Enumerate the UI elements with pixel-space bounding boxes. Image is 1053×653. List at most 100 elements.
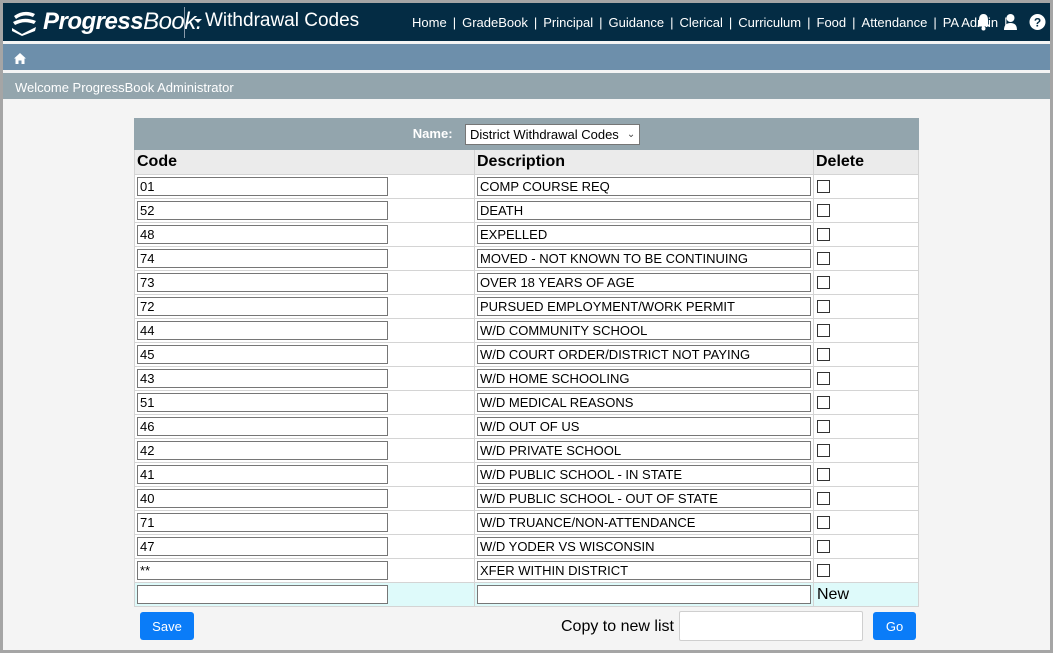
- description-input[interactable]: OVER 18 YEARS OF AGE: [477, 273, 811, 292]
- delete-checkbox[interactable]: [817, 420, 830, 433]
- nav-separator: |: [452, 15, 457, 30]
- description-input[interactable]: MOVED - NOT KNOWN TO BE CONTINUING: [477, 249, 811, 268]
- nav-clerical[interactable]: Clerical: [680, 15, 723, 30]
- progressbook-logo[interactable]: ProgressBook.: [9, 6, 202, 38]
- description-input[interactable]: W/D COMMUNITY SCHOOL: [477, 321, 811, 340]
- code-input[interactable]: 44: [137, 321, 388, 340]
- list-name-selected: District Withdrawal Codes: [469, 126, 619, 142]
- code-input[interactable]: 43: [137, 369, 388, 388]
- chevron-down-icon: ⌄: [626, 128, 636, 140]
- copy-to-new-list-input[interactable]: [679, 611, 863, 641]
- code-input[interactable]: 71: [137, 513, 388, 532]
- code-input[interactable]: 48: [137, 225, 388, 244]
- delete-checkbox[interactable]: [817, 372, 830, 385]
- nav-curriculum[interactable]: Curriculum: [738, 15, 801, 30]
- description-input[interactable]: W/D OUT OF US: [477, 417, 811, 436]
- delete-checkbox[interactable]: [817, 300, 830, 313]
- delete-checkbox[interactable]: [817, 276, 830, 289]
- description-input[interactable]: EXPELLED: [477, 225, 811, 244]
- code-input[interactable]: 51: [137, 393, 388, 412]
- delete-checkbox[interactable]: [817, 252, 830, 265]
- nav-gradebook[interactable]: GradeBook: [462, 15, 528, 30]
- column-header-code: Code: [134, 149, 475, 175]
- nav-principal[interactable]: Principal: [543, 15, 593, 30]
- nav-guidance[interactable]: Guidance: [608, 15, 664, 30]
- save-button[interactable]: Save: [140, 612, 194, 640]
- bell-icon[interactable]: [975, 13, 992, 31]
- delete-checkbox[interactable]: [817, 180, 830, 193]
- description-input[interactable]: W/D MEDICAL REASONS: [477, 393, 811, 412]
- description-input[interactable]: COMP COURSE REQ: [477, 177, 811, 196]
- list-name-row: Name: District Withdrawal Codes ⌄: [134, 118, 919, 150]
- code-input[interactable]: 47: [137, 537, 388, 556]
- description-input[interactable]: PURSUED EMPLOYMENT/WORK PERMIT: [477, 297, 811, 316]
- delete-checkbox[interactable]: [817, 228, 830, 241]
- code-input[interactable]: 52: [137, 201, 388, 220]
- description-input[interactable]: W/D COURT ORDER/DISTRICT NOT PAYING: [477, 345, 811, 364]
- delete-checkbox[interactable]: [817, 324, 830, 337]
- description-input[interactable]: W/D HOME SCHOOLING: [477, 369, 811, 388]
- code-input[interactable]: 72: [137, 297, 388, 316]
- top-bar: ProgressBook. Withdrawal Codes Home | Gra…: [3, 3, 1050, 41]
- home-icon[interactable]: [14, 51, 26, 64]
- delete-checkbox[interactable]: [817, 348, 830, 361]
- column-header-delete: Delete: [813, 149, 919, 175]
- svg-text:?: ?: [1034, 16, 1041, 30]
- go-button[interactable]: Go: [873, 612, 916, 640]
- help-icon[interactable]: ?: [1029, 13, 1046, 31]
- code-input[interactable]: 01: [137, 177, 388, 196]
- code-input[interactable]: **: [137, 561, 388, 580]
- page-title: Withdrawal Codes: [205, 10, 360, 31]
- table-row: 52 DEATH: [134, 198, 919, 223]
- code-input[interactable]: 40: [137, 489, 388, 508]
- code-input[interactable]: 74: [137, 249, 388, 268]
- list-name-select[interactable]: District Withdrawal Codes ⌄: [464, 123, 641, 145]
- nav-food[interactable]: Food: [817, 15, 847, 30]
- description-input[interactable]: W/D PUBLIC SCHOOL - IN STATE: [477, 465, 811, 484]
- page-title-dropdown[interactable]: Withdrawal Codes: [194, 10, 359, 32]
- delete-checkbox[interactable]: [817, 492, 830, 505]
- delete-checkbox[interactable]: [817, 564, 830, 577]
- caret-down-icon: [194, 19, 202, 23]
- table-row: 43 W/D HOME SCHOOLING: [134, 366, 919, 391]
- nav-separator: |: [852, 15, 856, 30]
- progressbook-logo-icon: [12, 11, 36, 36]
- description-input[interactable]: W/D TRUANCE/NON-ATTENDANCE: [477, 513, 811, 532]
- code-input[interactable]: 42: [137, 441, 388, 460]
- table-header-row: Code Description Delete: [134, 149, 919, 175]
- description-input[interactable]: W/D PRIVATE SCHOOL: [477, 441, 811, 460]
- delete-checkbox[interactable]: [817, 444, 830, 457]
- description-input[interactable]: W/D PUBLIC SCHOOL - OUT OF STATE: [477, 489, 811, 508]
- description-input[interactable]: DEATH: [477, 201, 811, 220]
- top-icons: ?: [975, 13, 1046, 31]
- nav-home[interactable]: Home: [412, 15, 447, 30]
- description-input[interactable]: XFER WITHIN DISTRICT: [477, 561, 811, 580]
- logo-text-bold: Progress: [43, 8, 144, 35]
- user-icon[interactable]: [1002, 13, 1019, 31]
- code-input[interactable]: 45: [137, 345, 388, 364]
- name-label: Name:: [412, 126, 453, 142]
- new-row: New: [134, 582, 919, 607]
- delete-checkbox[interactable]: [817, 204, 830, 217]
- app-window: ProgressBook. Withdrawal Codes Home | Gra…: [3, 3, 1050, 650]
- table-row: 71 W/D TRUANCE/NON-ATTENDANCE: [134, 510, 919, 535]
- description-input[interactable]: W/D YODER VS WISCONSIN: [477, 537, 811, 556]
- table-body: 01 COMP COURSE REQ 52 DEATH 48 EXPELLED 74 MOVE…: [134, 174, 919, 583]
- nav-separator: |: [599, 15, 603, 30]
- nav-separator: |: [728, 15, 733, 30]
- code-input[interactable]: 73: [137, 273, 388, 292]
- delete-checkbox[interactable]: [817, 396, 830, 409]
- table-row: 01 COMP COURSE REQ: [134, 174, 919, 199]
- table-row: ** XFER WITHIN DISTRICT: [134, 558, 919, 583]
- nav-separator: |: [807, 15, 811, 30]
- new-description-input[interactable]: [477, 585, 811, 604]
- delete-checkbox[interactable]: [817, 468, 830, 481]
- delete-checkbox[interactable]: [817, 540, 830, 553]
- breadcrumb: [3, 44, 1050, 70]
- delete-checkbox[interactable]: [817, 516, 830, 529]
- nav-attendance[interactable]: Attendance: [862, 15, 928, 30]
- code-input[interactable]: 41: [137, 465, 388, 484]
- new-code-input[interactable]: [137, 585, 388, 604]
- code-input[interactable]: 46: [137, 417, 388, 436]
- table-row: 48 EXPELLED: [134, 222, 919, 247]
